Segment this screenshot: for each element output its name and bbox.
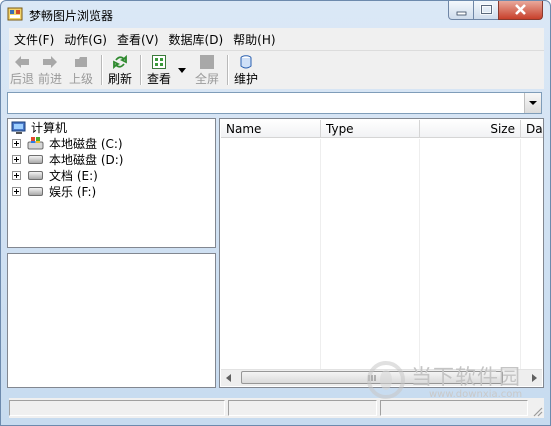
folder-up-icon: [75, 57, 87, 67]
status-cell: [380, 400, 528, 416]
horizontal-scrollbar[interactable]: [221, 369, 542, 386]
menu-help[interactable]: 帮助(H): [228, 28, 280, 47]
menu-bar: 文件(F) 动作(G) 查看(V) 数据库(D) 帮助(H): [9, 28, 544, 51]
tree-item-label: 本地磁盘 (D:): [49, 153, 124, 167]
close-icon: [515, 4, 526, 15]
maximize-icon: [480, 4, 493, 15]
view-dropdown-button[interactable]: [175, 53, 189, 87]
grip-icon: [368, 375, 376, 381]
maximize-button[interactable]: [473, 1, 499, 20]
expand-icon[interactable]: [12, 171, 21, 180]
close-button[interactable]: [498, 1, 543, 20]
arrow-right-icon: [43, 56, 57, 68]
tree-item-label: 文档 (E:): [49, 169, 98, 183]
column-header-date[interactable]: Da: [521, 120, 543, 138]
expand-icon[interactable]: [12, 139, 21, 148]
grid-line: [419, 139, 420, 373]
view-grid-icon: [152, 55, 166, 69]
toolbar: 后退 前进 上级 刷新 查看 全屏 维护: [9, 51, 544, 89]
forward-button[interactable]: 前进: [37, 53, 63, 87]
tree-item-label: 本地磁盘 (C:): [49, 137, 123, 151]
toolbar-separator: [140, 55, 142, 85]
preview-pane: [7, 253, 216, 388]
status-cell: [228, 400, 377, 416]
back-button[interactable]: 后退: [9, 53, 35, 87]
folder-tree[interactable]: 计算机 本地磁盘 (C:) 本地磁盘 (D:) 文档 (E:) 娱乐 (F:): [7, 118, 216, 248]
refresh-label: 刷新: [107, 72, 132, 86]
view-button[interactable]: 查看: [145, 53, 173, 87]
tree-item-drive-e[interactable]: 文档 (E:): [8, 168, 208, 184]
refresh-icon: [113, 55, 127, 69]
menu-action[interactable]: 动作(G): [59, 28, 112, 47]
toolbar-separator: [227, 55, 229, 85]
app-icon: [7, 7, 23, 21]
fullscreen-label: 全屏: [194, 72, 219, 86]
database-icon: [240, 55, 252, 69]
column-header-type[interactable]: Type: [321, 120, 420, 138]
refresh-button[interactable]: 刷新: [106, 53, 134, 87]
tree-item-drive-d[interactable]: 本地磁盘 (D:): [8, 152, 208, 168]
tree-root-label: 计算机: [31, 121, 68, 135]
back-label: 后退: [9, 72, 34, 86]
system-drive-icon: [27, 137, 44, 150]
column-header-size[interactable]: Size: [420, 120, 521, 138]
tree-item-drive-f[interactable]: 娱乐 (F:): [8, 184, 208, 200]
forward-label: 前进: [37, 72, 62, 86]
hard-drive-icon: [28, 155, 43, 164]
status-cell: [9, 400, 225, 416]
scroll-thumb[interactable]: [241, 371, 503, 384]
expand-icon[interactable]: [12, 155, 21, 164]
scroll-left-icon[interactable]: [221, 370, 237, 386]
menu-database[interactable]: 数据库(D): [164, 28, 229, 47]
scroll-right-icon[interactable]: [526, 370, 542, 386]
hard-drive-icon: [28, 171, 43, 180]
expand-icon[interactable]: [12, 187, 21, 196]
address-bar[interactable]: [7, 92, 542, 114]
grid-line: [320, 139, 321, 373]
file-list[interactable]: Name Type Size Da: [219, 118, 544, 388]
chevron-down-icon: [178, 68, 186, 73]
tree-item-drive-c[interactable]: 本地磁盘 (C:): [8, 136, 208, 152]
maintain-button[interactable]: 维护: [232, 53, 260, 87]
menu-file[interactable]: 文件(F): [9, 28, 59, 47]
app-window: 梦畅图片浏览器 文件(F) 动作(G) 查看(V) 数据库(D) 帮助(H) 后退 前进…: [0, 0, 551, 426]
fullscreen-button[interactable]: 全屏: [193, 53, 221, 87]
fullscreen-icon: [200, 55, 214, 69]
title-bar: 梦畅图片浏览器: [1, 1, 550, 28]
minimize-button[interactable]: [448, 1, 474, 20]
arrow-left-icon: [15, 56, 29, 68]
hard-drive-icon: [28, 187, 43, 196]
maintain-label: 维护: [233, 72, 258, 86]
up-button[interactable]: 上级: [67, 53, 95, 87]
grid-line: [520, 139, 521, 373]
tree-item-label: 娱乐 (F:): [49, 185, 97, 199]
minimize-icon: [456, 11, 467, 16]
status-bar: [9, 398, 544, 418]
up-label: 上级: [68, 72, 93, 86]
column-header-name[interactable]: Name: [221, 120, 321, 138]
toolbar-separator: [101, 55, 103, 85]
menu-view[interactable]: 查看(V): [112, 28, 164, 47]
address-dropdown-button[interactable]: [524, 93, 541, 113]
resize-grip-icon[interactable]: [531, 405, 543, 417]
view-label: 查看: [146, 72, 171, 86]
computer-icon: [11, 121, 26, 134]
window-title: 梦畅图片浏览器: [29, 9, 114, 23]
